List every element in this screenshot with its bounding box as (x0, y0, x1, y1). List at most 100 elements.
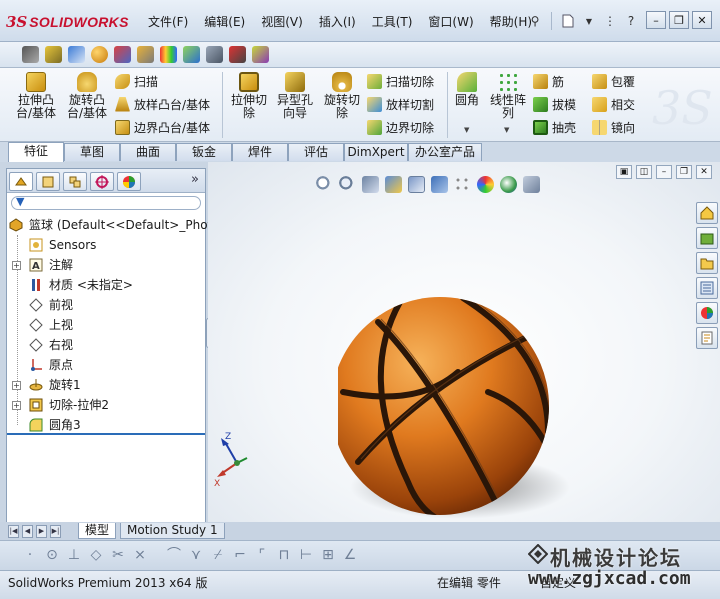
tree-filter-input[interactable]: ▼ (11, 195, 201, 210)
intersection-icon[interactable]: ⨯ (132, 547, 148, 563)
new-document-icon[interactable] (561, 13, 575, 29)
file-explorer-icon[interactable] (696, 252, 718, 274)
options-menu-icon[interactable]: ⋮ (603, 13, 617, 29)
section-view-icon[interactable] (385, 175, 402, 193)
tab-surfaces[interactable]: 曲面 (120, 143, 176, 161)
appearances-icon[interactable] (696, 302, 718, 324)
display-manager-tab-icon[interactable] (117, 172, 141, 191)
point-icon[interactable]: · (22, 547, 38, 563)
apply-scene-icon[interactable] (500, 175, 517, 193)
convert-entities-icon[interactable]: ⌒ (166, 547, 182, 563)
split-view-icon[interactable]: ▣ (616, 165, 632, 179)
network-icon[interactable] (68, 46, 85, 63)
resources-home-icon[interactable] (696, 202, 718, 224)
feature-manager-tab-icon[interactable] (9, 172, 33, 191)
scroll-last-icon[interactable]: ▶| (50, 525, 61, 538)
linear-pattern-button[interactable]: 线性阵 列 (486, 72, 530, 120)
tool-icon[interactable] (206, 46, 223, 63)
close-icon[interactable]: ✕ (692, 11, 712, 29)
intersect-button[interactable]: 相交 (592, 95, 635, 113)
box-icon[interactable] (183, 46, 200, 63)
graphics-area[interactable]: ▣ ◫ – ❐ ✕ Z X (208, 162, 720, 522)
line-icon[interactable]: ⊥ (66, 547, 82, 563)
offset-icon[interactable]: ⋎ (188, 547, 204, 563)
solidworks-logo[interactable]: 3S SOLIDWORKS (6, 11, 129, 33)
restore-icon[interactable]: ❐ (669, 11, 689, 29)
fillet-sketch-icon[interactable]: ⌐ (232, 547, 248, 563)
expand-icon[interactable]: + (12, 261, 21, 270)
hole-wizard-button[interactable]: 异型孔 向导 (272, 72, 318, 120)
grid-snap-icon[interactable]: ⊞ (320, 547, 336, 563)
sweep-cut-button[interactable]: 扫描切除 (367, 72, 434, 90)
tab-motion-study-1[interactable]: Motion Study 1 (120, 523, 225, 539)
extrude-cut-button[interactable]: 拉伸切 除 (226, 72, 272, 120)
boundary-boss-button[interactable]: 边界凸台/基体 (115, 118, 210, 136)
split-icon[interactable] (229, 46, 246, 63)
corner-icon[interactable]: ⌜ (254, 547, 270, 563)
zoom-to-fit-icon[interactable] (316, 175, 333, 193)
help-icon[interactable]: ? (624, 13, 638, 29)
menu-window[interactable]: 窗口(W) (420, 13, 481, 31)
tab-office-products[interactable]: 办公室产品 (408, 143, 482, 161)
tree-item-sensors[interactable]: Sensors (7, 235, 205, 255)
rainbow-icon[interactable] (160, 46, 177, 63)
basketball-model[interactable] (338, 282, 588, 522)
fillet-dropdown-icon[interactable]: ▼ (464, 126, 469, 134)
hide-show-items-icon[interactable] (454, 175, 471, 193)
link-icon[interactable] (137, 46, 154, 63)
angle-icon[interactable]: ∠ (342, 547, 358, 563)
tab-sheet-metal[interactable]: 钣金 (176, 143, 232, 161)
tree-item-fillet3[interactable]: 圆角3 (7, 415, 205, 435)
pin-icon[interactable]: ⚲ (528, 13, 542, 29)
tab-features[interactable]: 特征 (8, 142, 64, 162)
smart-dimension-icon[interactable]: ⊢ (298, 547, 314, 563)
scroll-first-icon[interactable]: |◀ (8, 525, 19, 538)
property-manager-tab-icon[interactable] (36, 172, 60, 191)
custom-properties-icon[interactable] (696, 327, 718, 349)
unit-system-text[interactable]: 自定义 (540, 574, 576, 591)
expand-icon[interactable]: + (12, 381, 21, 390)
view-orientation-icon[interactable] (408, 175, 425, 193)
menu-tools[interactable]: 工具(T) (364, 13, 421, 31)
tree-item-material[interactable]: 材质 <未指定> (7, 275, 205, 295)
sphere-icon[interactable] (91, 46, 108, 63)
display-style-icon[interactable] (431, 175, 448, 193)
mold-icon[interactable] (45, 46, 62, 63)
loft-boss-button[interactable]: 放样凸台/基体 (115, 95, 210, 113)
doc-close-icon[interactable]: ✕ (696, 165, 712, 179)
scroll-prev-icon[interactable]: ◀ (22, 525, 33, 538)
tree-item-right-plane[interactable]: 右视 (7, 335, 205, 355)
menu-file[interactable]: 文件(F) (140, 13, 196, 31)
relation-icon[interactable]: ⊓ (276, 547, 292, 563)
tab-model[interactable]: 模型 (78, 523, 117, 539)
tab-sketch[interactable]: 草图 (64, 143, 120, 161)
menu-edit[interactable]: 编辑(E) (196, 13, 253, 31)
tree-item-revolve1[interactable]: + 旋转1 (7, 375, 205, 395)
mirror-button[interactable]: 镜向 (592, 118, 635, 136)
cube-icon[interactable] (114, 46, 131, 63)
doc-restore-icon[interactable]: ❐ (676, 165, 692, 179)
pattern-dropdown-icon[interactable]: ▼ (504, 126, 509, 134)
menu-insert[interactable]: 插入(I) (311, 13, 364, 31)
extrude-boss-button[interactable]: 拉伸凸 台/基体 (14, 72, 58, 120)
grid-icon[interactable] (252, 46, 269, 63)
mirror-entities-icon[interactable]: ⌿ (210, 547, 226, 563)
rib-button[interactable]: 筋 (533, 72, 564, 90)
circle-icon[interactable]: ⊙ (44, 547, 60, 563)
tree-item-front-plane[interactable]: 前视 (7, 295, 205, 315)
tab-weldments[interactable]: 焊件 (232, 143, 288, 161)
zoom-to-area-icon[interactable] (339, 175, 356, 193)
polygon-icon[interactable]: ◇ (88, 547, 104, 563)
revolve-boss-button[interactable]: 旋转凸 台/基体 (64, 72, 110, 120)
revolve-cut-button[interactable]: 旋转切 除 (319, 72, 365, 120)
menu-view[interactable]: 视图(V) (253, 13, 311, 31)
expand-icon[interactable]: + (12, 401, 21, 410)
tile-view-icon[interactable]: ◫ (636, 165, 652, 179)
tree-item-origin[interactable]: 原点 (7, 355, 205, 375)
previous-view-icon[interactable] (362, 175, 379, 193)
fillet-button[interactable]: 圆角 (452, 72, 482, 107)
doc-minimize-icon[interactable]: – (656, 165, 672, 179)
expand-panel-icon[interactable]: » (191, 172, 199, 187)
tree-item-top-plane[interactable]: 上视 (7, 315, 205, 335)
configuration-manager-tab-icon[interactable] (63, 172, 87, 191)
